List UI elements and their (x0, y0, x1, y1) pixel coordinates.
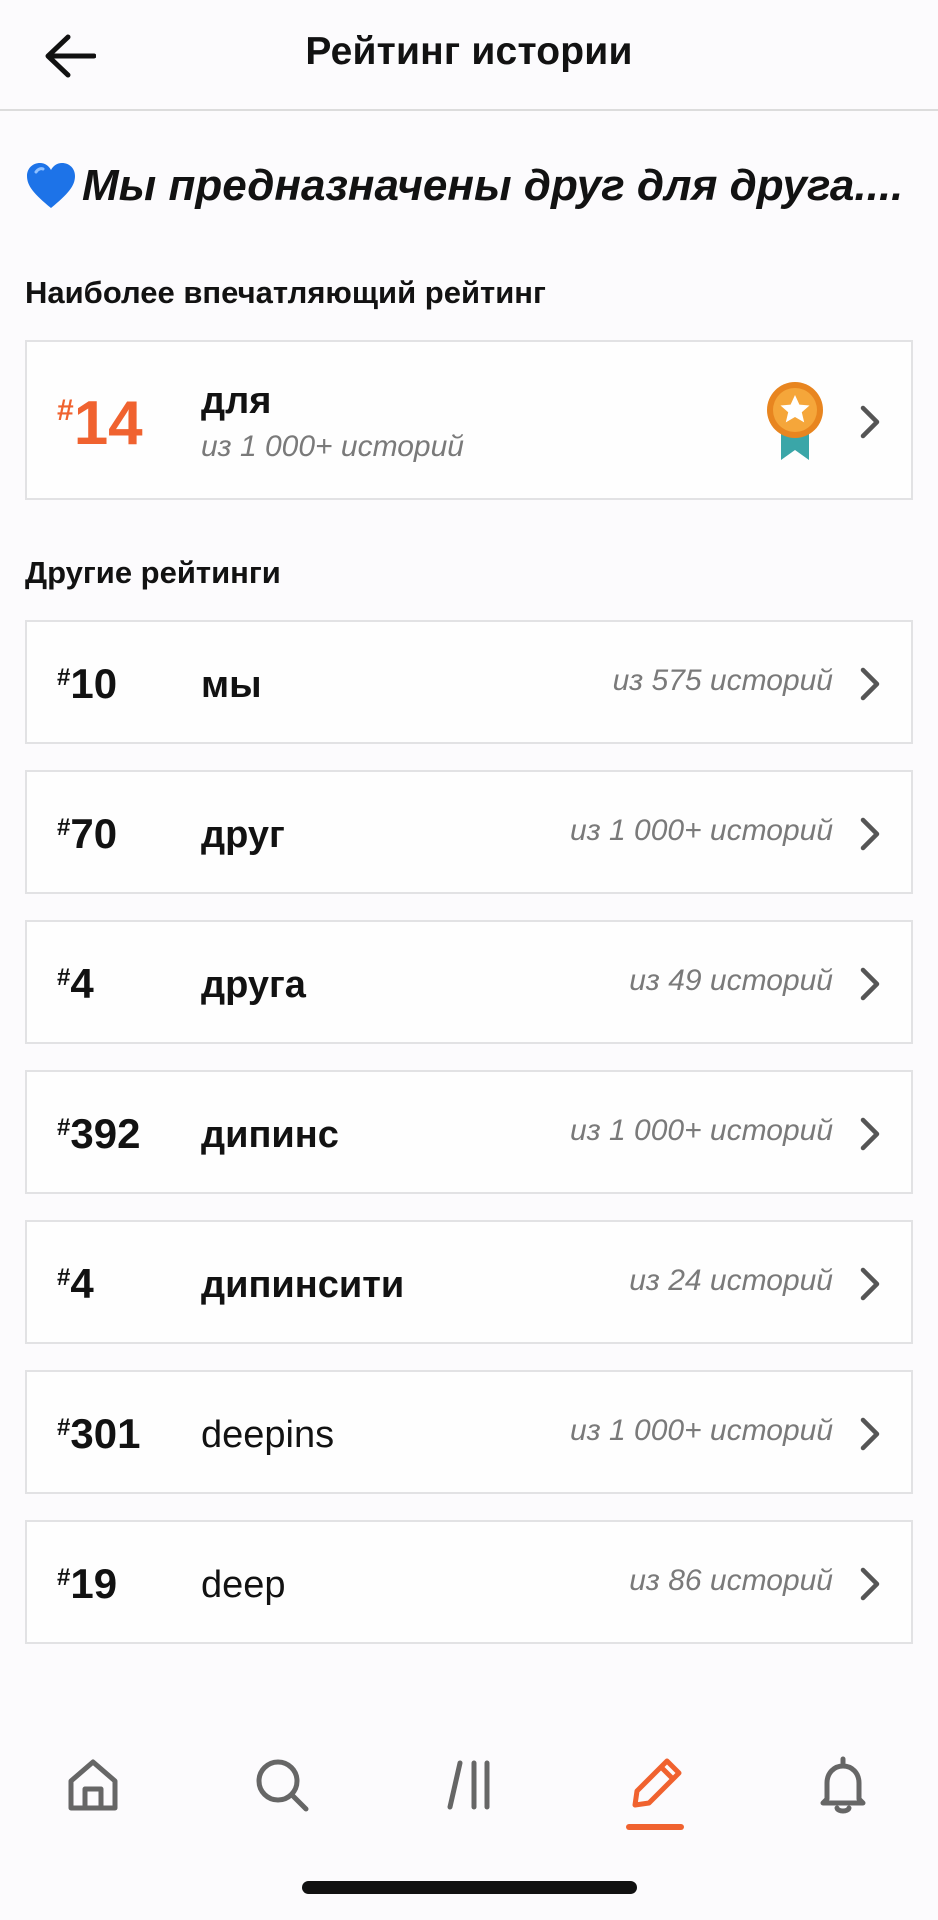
story-count: из 1 000+ историй (570, 814, 833, 847)
rank-number: #10 (57, 660, 118, 707)
library-icon (447, 1760, 490, 1810)
story-count: из 575 историй (612, 664, 833, 697)
tag-name: дипинсити (201, 1264, 405, 1306)
top-bar: Рейтинг истории (0, 0, 938, 111)
rank-number: #4 (57, 960, 94, 1007)
nav-library[interactable] (430, 1745, 510, 1825)
page-title: Рейтинг истории (305, 30, 633, 73)
story-count: из 1 000+ историй (570, 1414, 833, 1447)
tag-name: дипинс (201, 1114, 339, 1156)
active-tab-indicator (626, 1824, 684, 1830)
search-icon (256, 1759, 309, 1812)
chevron-right-icon (860, 405, 880, 439)
chevron-right-icon (860, 1267, 880, 1301)
ranking-row-deepins[interactable]: #301 deepins из 1 000+ историй (25, 1370, 913, 1494)
home-indicator (302, 1881, 637, 1894)
rank-number: #301 (57, 1410, 141, 1457)
home-icon (68, 1759, 118, 1811)
ranking-row-dipins[interactable]: #392 дипинс из 1 000+ историй (25, 1070, 913, 1194)
story-count: из 86 историй (629, 1564, 833, 1597)
chevron-right-icon (860, 1117, 880, 1151)
best-ranking-card[interactable]: #14 для из 1 000+ историй (25, 340, 913, 500)
rank-number: #70 (57, 810, 118, 857)
tag-name: друга (201, 964, 306, 1006)
ranking-row-deep[interactable]: #19 deep из 86 историй (25, 1520, 913, 1644)
nav-write[interactable] (615, 1745, 695, 1825)
story-count: из 24 историй (629, 1264, 833, 1297)
chevron-right-icon (860, 1417, 880, 1451)
chevron-right-icon (860, 817, 880, 851)
tag-name: deep (201, 1564, 286, 1606)
best-ranking-heading: Наиболее впечатляющий рейтинг (25, 275, 546, 310)
ranking-row-dipinsiti[interactable]: #4 дипинсити из 24 историй (25, 1220, 913, 1344)
bell-icon (820, 1756, 866, 1814)
rank-number: #19 (57, 1560, 118, 1607)
chevron-right-icon (860, 667, 880, 701)
story-count: из 49 историй (629, 964, 833, 997)
story-count: из 1 000+ историй (570, 1114, 833, 1147)
tag-name: для (201, 380, 272, 422)
tag-name: deepins (201, 1414, 335, 1456)
pencil-icon (632, 1758, 682, 1808)
chevron-right-icon (860, 1567, 880, 1601)
chevron-right-icon (860, 967, 880, 1001)
rank-number: #14 (57, 389, 143, 458)
tag-name: мы (201, 664, 262, 706)
ranking-row-drug[interactable]: #70 друг из 1 000+ историй (25, 770, 913, 894)
tag-name: друг (201, 814, 285, 856)
story-count: из 1 000+ историй (201, 430, 464, 463)
blue-heart-icon (27, 163, 75, 208)
rank-number: #4 (57, 1260, 94, 1307)
story-title-text: Мы предназначены друг для друга.... (82, 161, 904, 210)
nav-notifications[interactable] (803, 1745, 883, 1825)
rank-number: #392 (57, 1110, 141, 1157)
story-title: Мы предназначены друг для друга.... (24, 160, 924, 212)
ranking-row-my[interactable]: #10 мы из 575 историй (25, 620, 913, 744)
nav-home[interactable] (53, 1745, 133, 1825)
award-medal-icon (767, 382, 823, 460)
nav-search[interactable] (242, 1745, 322, 1825)
ranking-row-druga[interactable]: #4 друга из 49 историй (25, 920, 913, 1044)
other-rankings-heading: Другие рейтинги (25, 555, 281, 590)
